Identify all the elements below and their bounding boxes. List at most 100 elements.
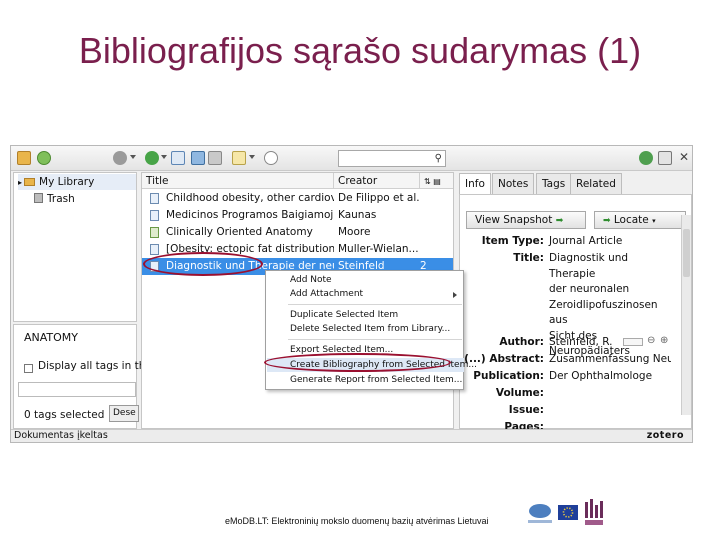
author-value[interactable]: Steinfeld, R. [549, 336, 619, 348]
item-row[interactable]: Clinically Oriented Anatomy Moore [142, 224, 453, 241]
new-group-icon[interactable] [37, 151, 51, 165]
tab-tags[interactable]: Tags [536, 173, 572, 194]
eu-stars-svg [562, 507, 574, 518]
arrow-right-icon: ➡ [603, 216, 611, 226]
remove-author-icon[interactable]: ⊖ [647, 335, 655, 346]
add-by-identifier-icon[interactable] [191, 151, 205, 165]
menu-separator [288, 304, 462, 305]
new-collection-icon[interactable] [17, 151, 31, 165]
advanced-search-icon[interactable] [264, 151, 278, 165]
folder-icon [24, 178, 36, 186]
tab-notes[interactable]: Notes [492, 173, 535, 194]
item-row[interactable]: Medicinos Programos Baigiamoj... Kaunas [142, 207, 453, 224]
item-row[interactable]: [Obesity: ectopic fat distribution ... M… [142, 241, 453, 258]
abstract-value[interactable]: Zusammenfassung Neuro... [549, 353, 671, 365]
title-line: Zeroidlipofuszinosen aus [549, 298, 658, 327]
display-all-tags-checkbox[interactable] [24, 364, 33, 373]
funding-logo-svg [528, 504, 552, 523]
volume-label: Volume: [495, 387, 544, 399]
item-creator: Muller-Wielan... [338, 243, 419, 255]
trash-icon [34, 193, 43, 203]
item-creator: Kaunas [338, 209, 377, 221]
expand-arrow-icon[interactable]: ▸ [18, 178, 22, 187]
item-row[interactable]: Childhood obesity, other cardiov... De F… [142, 190, 453, 207]
fullscreen-icon[interactable] [658, 151, 672, 165]
collection-label: My Library [39, 176, 95, 188]
inet-logo-icon [584, 499, 606, 527]
scroll-thumb[interactable] [683, 229, 690, 277]
item-type-value[interactable]: Journal Article [549, 235, 671, 247]
journal-article-icon [150, 244, 159, 255]
new-item-icon[interactable] [145, 151, 159, 165]
tab-info[interactable]: Info [459, 173, 491, 194]
view-snapshot-label: View Snapshot [475, 214, 553, 226]
item-tabs: Info Notes Tags Related [459, 172, 692, 194]
actions-gear-icon[interactable] [113, 151, 127, 165]
close-icon[interactable]: ✕ [679, 150, 689, 164]
search-icon: ⚲ [434, 153, 442, 164]
column-picker-icon[interactable]: ⇅ ▤ [424, 177, 441, 186]
slide-title: Bibliografijos sąrašo sudarymas (1) [78, 30, 642, 71]
context-menu: Add Note Add Attachment Duplicate Select… [265, 270, 477, 390]
column-creator[interactable]: Creator [334, 173, 420, 189]
menu-add-note[interactable]: Add Note [290, 273, 332, 287]
tab-related[interactable]: Related [570, 173, 622, 194]
tag-filter-input[interactable] [18, 382, 136, 397]
attachment-icon[interactable] [208, 151, 222, 165]
search-input[interactable]: ⚲ [338, 150, 446, 167]
volume-value[interactable] [549, 387, 671, 401]
menu-duplicate-item[interactable]: Duplicate Selected Item [290, 308, 398, 322]
menu-separator [288, 339, 462, 340]
title-label: Title: [513, 252, 544, 264]
view-snapshot-button[interactable]: View Snapshot ➡ [466, 211, 586, 229]
collection-trash[interactable]: Trash [34, 191, 75, 207]
tag-anatomy[interactable]: ANATOMY [24, 331, 78, 344]
issue-value[interactable] [549, 404, 671, 418]
menu-add-attachment[interactable]: Add Attachment [290, 287, 363, 301]
menu-delete-item[interactable]: Delete Selected Item from Library... [290, 322, 450, 336]
tag-selector: ANATOMY Display all tags in th 0 tags se… [13, 324, 145, 429]
publication-value[interactable]: Der Ophthalmologe [549, 370, 671, 382]
item-title: [Obesity: ectopic fat distribution ... [166, 243, 334, 255]
inet-logo-svg [585, 499, 603, 525]
chevron-down-icon[interactable] [249, 155, 255, 159]
submenu-arrow-icon [453, 292, 457, 298]
info-body: View Snapshot ➡ ➡ Locate ▾ Item Type: Jo… [459, 194, 692, 433]
journal-article-icon [150, 261, 159, 272]
locate-button[interactable]: ➡ Locate ▾ [594, 211, 686, 229]
collection-label: Trash [47, 193, 75, 205]
item-creator: De Filippo et al. [338, 192, 420, 204]
deselect-all-button[interactable]: Dese [109, 405, 139, 422]
add-author-icon[interactable]: ⊕ [660, 335, 668, 346]
document-icon [150, 210, 159, 221]
menu-create-bibliography[interactable]: Create Bibliography from Selected Item..… [267, 358, 477, 372]
eu-flag-icon [558, 505, 578, 520]
locate-label: Locate [613, 214, 649, 226]
new-note-icon[interactable] [232, 151, 246, 165]
footer-text: eMoDB.LT: Elektroninių mokslo duomenų ba… [225, 516, 489, 526]
menu-generate-report[interactable]: Generate Report from Selected Item... [290, 373, 462, 387]
column-attachments[interactable]: ⇅ ▤ [420, 173, 453, 189]
menu-export-item[interactable]: Export Selected Item... [290, 343, 393, 357]
chevron-down-icon[interactable] [161, 155, 167, 159]
item-title: Childhood obesity, other cardiov... [166, 192, 334, 204]
sync-icon[interactable] [639, 151, 653, 165]
title-line: Diagnostik und Therapie [549, 252, 629, 280]
item-title: Medicinos Programos Baigiamoj... [166, 209, 334, 221]
zotero-window: ⚲ ✕ ▸ My Library Trash ANATOMY Display al… [10, 145, 693, 443]
author-mode-switch[interactable] [623, 338, 643, 346]
tag-count: 0 tags selected [24, 409, 105, 421]
book-icon [150, 227, 159, 238]
collection-my-library[interactable]: ▸ My Library [18, 174, 136, 190]
info-scrollbar[interactable] [681, 215, 691, 415]
issue-label: Issue: [508, 404, 544, 416]
display-all-tags-label: Display all tags in th [38, 360, 146, 372]
status-text: Dokumentas įkeltas [14, 430, 108, 441]
new-item-from-page-icon[interactable] [171, 151, 185, 165]
item-pane: Info Notes Tags Related View Snapshot ➡ … [459, 172, 692, 433]
chevron-down-icon: ▾ [652, 217, 656, 225]
zotero-logo[interactable]: zotero [647, 430, 684, 442]
column-title[interactable]: Title [142, 173, 334, 189]
item-type-label: Item Type: [481, 235, 544, 247]
chevron-down-icon[interactable] [130, 155, 136, 159]
